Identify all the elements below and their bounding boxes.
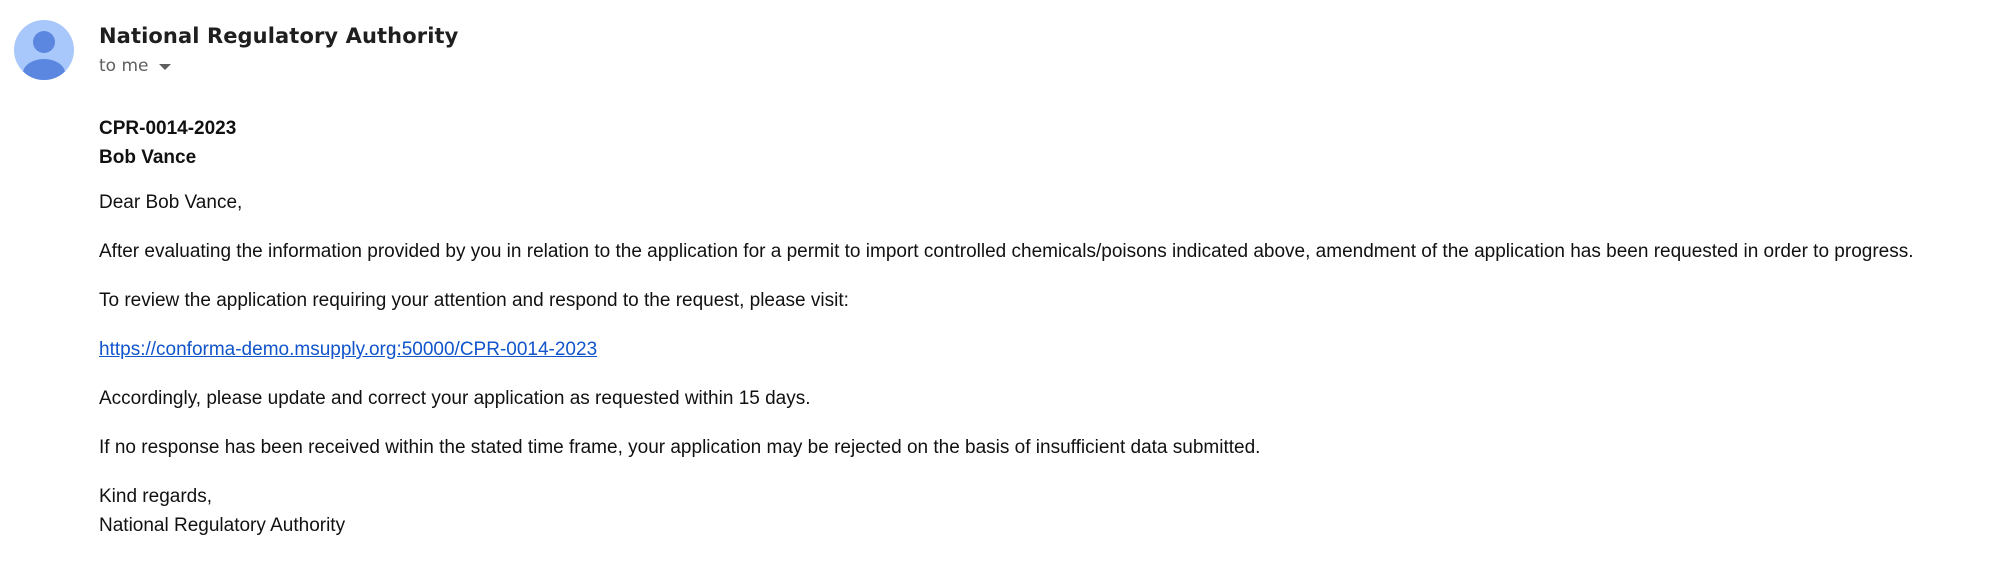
signature: National Regulatory Authority	[99, 515, 346, 536]
recipient-label: to me	[99, 56, 149, 76]
greeting: Dear Bob Vance,	[99, 192, 243, 213]
recipient-details-toggle[interactable]: to me	[99, 54, 458, 78]
applicant-name: Bob Vance	[99, 147, 197, 168]
sender-block: National Regulatory Authority to me	[99, 22, 458, 78]
person-icon	[23, 31, 65, 80]
body-paragraph-rejection: If no response has been received within …	[99, 437, 1261, 458]
application-link[interactable]: https://conforma-demo.msupply.org:50000/…	[99, 339, 597, 360]
closing: Kind regards,	[99, 486, 213, 507]
email-header: National Regulatory Authority to me	[14, 20, 458, 80]
body-paragraph-evaluation: After evaluating the information provide…	[99, 241, 1914, 262]
body-paragraph-deadline: Accordingly, please update and correct y…	[99, 388, 811, 409]
sender-avatar[interactable]	[14, 20, 74, 80]
sender-name[interactable]: National Regulatory Authority	[99, 22, 458, 50]
application-link-row: https://conforma-demo.msupply.org:50000/…	[99, 335, 1999, 364]
application-reference: CPR-0014-2023	[99, 118, 237, 139]
body-paragraph-review: To review the application requiring your…	[99, 290, 849, 311]
email-body: CPR-0014-2023 Bob Vance Dear Bob Vance, …	[99, 114, 1999, 540]
caret-down-icon	[158, 64, 171, 70]
